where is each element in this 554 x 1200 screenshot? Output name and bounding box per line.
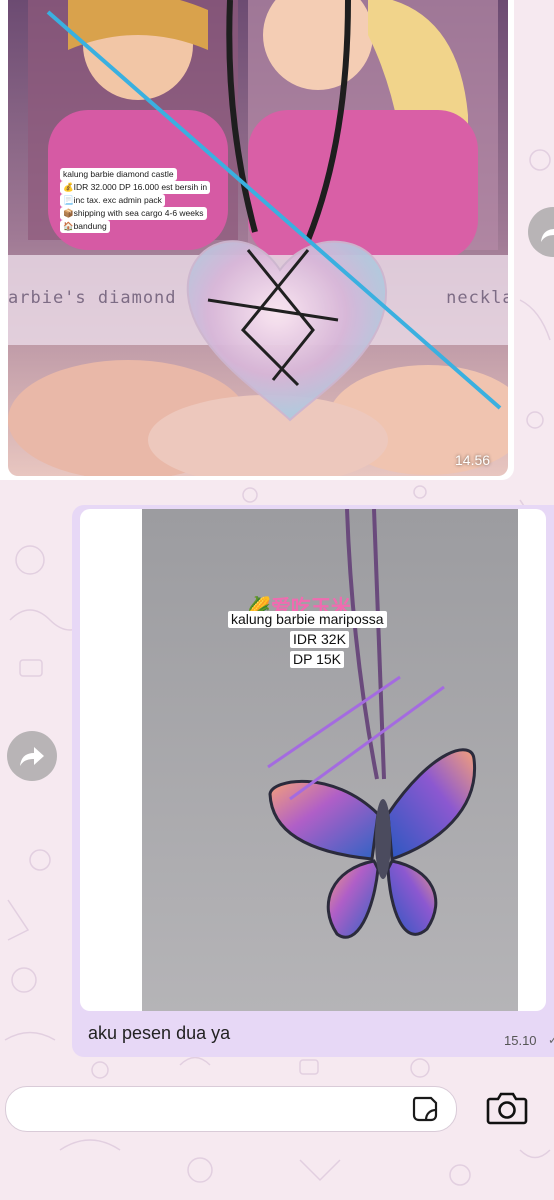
caption-line: 📦shipping with sea cargo 4-6 weeks [60, 207, 207, 220]
sticker-button[interactable] [411, 1095, 439, 1123]
message-timestamp: 14.56 [455, 452, 491, 468]
image-caption: kalung barbie diamond castle 💰IDR 32.000… [60, 168, 265, 233]
caption-line: 💰IDR 32.000 DP 16.000 est bersih in [60, 181, 211, 194]
message-input[interactable] [5, 1086, 457, 1132]
message-timestamp: 15.10 [504, 1033, 537, 1048]
forward-arrow-icon [20, 747, 44, 766]
necklace-photo-heart[interactable]: arbie's diamond necklace kalung barbie d… [8, 0, 508, 476]
image-message-bubble[interactable]: arbie's diamond necklace kalung barbie d… [0, 0, 514, 480]
heart-necklace-image [8, 0, 508, 476]
caption-line: IDR 32K [290, 631, 349, 648]
caption-line: 📃inc tax. exc admin pack [60, 194, 165, 207]
caption-line: kalung barbie diamond castle [60, 168, 177, 181]
forward-button[interactable] [7, 731, 57, 781]
message-text: aku pesen dua ya [88, 1023, 231, 1043]
camera-icon [486, 1092, 528, 1125]
outgoing-message-bubble[interactable]: 🌽爱吃玉米 kalung barbie maripossa IDR 32K DP… [72, 505, 554, 1057]
image-watermark-text: arbie's diamond necklace [8, 288, 508, 308]
necklace-photo-butterfly[interactable]: 🌽爱吃玉米 kalung barbie maripossa IDR 32K DP… [80, 509, 546, 1011]
sticker-icon [412, 1096, 438, 1122]
caption-line: 🏠bandung [60, 220, 110, 233]
check-icon: ✓ [548, 1033, 554, 1047]
caption-line: kalung barbie maripossa [228, 611, 387, 628]
caption-line: DP 15K [290, 651, 344, 668]
forward-arrow-icon [541, 229, 554, 242]
butterfly-necklace-image: 🌽爱吃玉米 kalung barbie maripossa IDR 32K DP… [142, 509, 518, 1011]
camera-button[interactable] [485, 1088, 529, 1128]
